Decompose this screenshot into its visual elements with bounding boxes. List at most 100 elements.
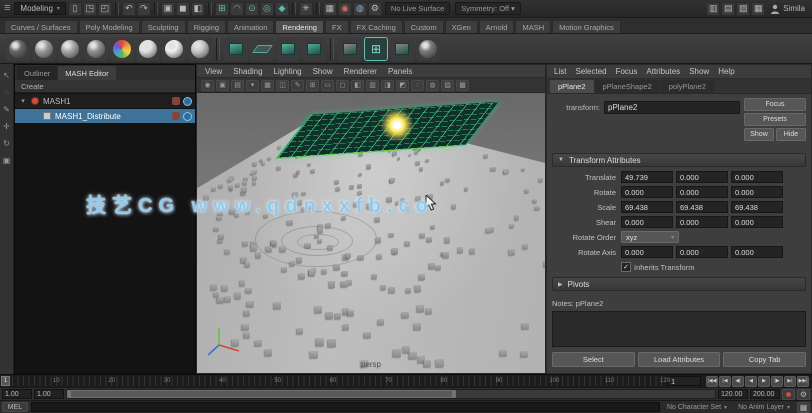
snap-to-point-icon[interactable]: ⊙ <box>245 2 259 16</box>
play-backwards-button[interactable]: ◀ <box>745 376 757 387</box>
shaderfx-material-icon[interactable] <box>162 37 186 61</box>
viewport-menu-panels[interactable]: Panels <box>388 67 412 76</box>
lasso-tool-icon[interactable]: ◌ <box>1 87 12 98</box>
area-light-icon[interactable] <box>276 37 300 61</box>
new-scene-icon[interactable]: ▯ <box>68 2 82 16</box>
panel-tab-mash-editor[interactable]: MASH Editor <box>58 66 115 80</box>
scale-z-field[interactable] <box>731 201 783 213</box>
film-gate-icon[interactable]: ▭ <box>321 80 334 91</box>
image-plane-icon[interactable]: ▦ <box>261 80 274 91</box>
snap-to-view-plane-icon[interactable]: ◎ <box>260 2 274 16</box>
blinn-material-icon[interactable] <box>32 37 56 61</box>
time-slider-track[interactable]: 1 102030405060708090100110120 <box>1 376 665 386</box>
redo-icon[interactable]: ↷ <box>137 2 151 16</box>
rotate-z-field[interactable] <box>731 186 783 198</box>
viewport-menu-renderer[interactable]: Renderer <box>344 67 377 76</box>
shelf-tab-arnold[interactable]: Arnold <box>479 20 515 33</box>
shelf-tab-fx-caching[interactable]: FX Caching <box>350 20 403 33</box>
directional-light-icon[interactable] <box>250 37 274 61</box>
shear-x-field[interactable] <box>621 216 673 228</box>
resolution-gate-icon[interactable]: ◻ <box>336 80 349 91</box>
viewport-menu-view[interactable]: View <box>205 67 222 76</box>
character-set-dropdown[interactable]: No Character Set ▾ <box>663 404 731 411</box>
user-account-button[interactable]: Simila <box>767 4 808 14</box>
gate-mask-icon[interactable]: ◧ <box>351 80 364 91</box>
lock-camera-icon[interactable]: ▣ <box>216 80 229 91</box>
focus-button[interactable]: Focus <box>744 98 806 111</box>
play-forwards-button[interactable]: ▶ <box>758 376 770 387</box>
shear-z-field[interactable] <box>731 216 783 228</box>
ipr-render-icon[interactable]: ◍ <box>353 2 367 16</box>
tool-settings-toggle-icon[interactable]: ▧ <box>736 2 750 16</box>
step-forward-key-button[interactable]: |▶ <box>771 376 783 387</box>
rotate-y-field[interactable] <box>676 186 728 198</box>
phong-material-icon[interactable] <box>84 37 108 61</box>
sky-dome-light-icon[interactable] <box>302 37 326 61</box>
playback-end-field[interactable] <box>718 389 748 399</box>
frame-all-icon[interactable]: ◌ <box>411 80 424 91</box>
ae-tab-polyplane2[interactable]: polyPlane2 <box>661 80 714 93</box>
save-scene-icon[interactable]: ◰ <box>98 2 112 16</box>
ramp-material-icon[interactable] <box>110 37 134 61</box>
shelf-tab-rendering[interactable]: Rendering <box>275 20 324 33</box>
select-button[interactable]: Select <box>552 352 635 367</box>
shelf-tab-motion-graphics[interactable]: Motion Graphics <box>552 20 621 33</box>
command-language-toggle[interactable]: MEL <box>2 402 28 412</box>
outliner-item-mash1[interactable]: ▾MASH1 <box>15 94 195 109</box>
shelf-tab-xgen[interactable]: XGen <box>445 20 478 33</box>
copy-tab-button[interactable]: Copy Tab <box>723 352 806 367</box>
ae-menu-show[interactable]: Show <box>689 67 709 76</box>
step-forward-frame-button[interactable]: ▶| <box>784 376 796 387</box>
shelf-tab-fx[interactable]: FX <box>325 20 349 33</box>
viewport-canvas[interactable]: persp <box>197 93 545 373</box>
symmetry-dropdown[interactable]: Symmetry: Off ▾ <box>455 2 521 15</box>
select-camera-icon[interactable]: ◉ <box>201 80 214 91</box>
presets-button[interactable]: Presets <box>744 113 806 126</box>
viewport-menu-show[interactable]: Show <box>313 67 333 76</box>
current-frame-marker[interactable]: 1 <box>1 376 10 386</box>
animation-start-field[interactable] <box>2 389 32 399</box>
render-current-frame-icon[interactable]: ◉ <box>338 2 352 16</box>
shelf-tab-curves-surfaces[interactable]: Curves / Surfaces <box>4 20 78 33</box>
transform-attributes-section[interactable]: ▼ Transform Attributes <box>552 153 806 167</box>
range-slider-handle[interactable] <box>67 390 456 398</box>
safe-title-icon[interactable]: ◩ <box>396 80 409 91</box>
shelf-tab-poly-modeling[interactable]: Poly Modeling <box>79 20 140 33</box>
shelf-tab-animation[interactable]: Animation <box>227 20 274 33</box>
grid-icon[interactable]: ⊞ <box>306 80 319 91</box>
viewport-menu-lighting[interactable]: Lighting <box>274 67 302 76</box>
snap-to-curve-icon[interactable]: ◠ <box>230 2 244 16</box>
node-state-toggle[interactable] <box>172 97 180 105</box>
load-attributes-button[interactable]: Load Attributes <box>638 352 721 367</box>
shelf-tab-rigging[interactable]: Rigging <box>187 20 226 33</box>
surface-shader-icon[interactable] <box>188 37 212 61</box>
viewport-menu-shading[interactable]: Shading <box>233 67 262 76</box>
go-to-end-button[interactable]: ▶▶| <box>797 376 809 387</box>
ae-menu-help[interactable]: Help <box>718 67 734 76</box>
wireframe-on-shaded-icon[interactable]: ▩ <box>456 80 469 91</box>
anim-layer-dropdown[interactable]: No Anim Layer ▾ <box>734 404 794 411</box>
range-slider-track[interactable] <box>66 389 716 399</box>
inherits-transform-checkbox[interactable]: ✓ <box>621 262 631 272</box>
hair-shader-icon[interactable] <box>136 37 160 61</box>
rotate-axis-x-field[interactable] <box>621 246 673 258</box>
render-view-icon[interactable]: ▦ <box>323 2 337 16</box>
ae-tab-pplaneshape2[interactable]: pPlaneShape2 <box>595 80 660 93</box>
transform-name-field[interactable] <box>604 101 740 114</box>
bookmarks-icon[interactable]: ▾ <box>246 80 259 91</box>
command-input[interactable] <box>31 402 660 412</box>
open-scene-icon[interactable]: ◳ <box>83 2 97 16</box>
field-chart-icon[interactable]: ▥ <box>366 80 379 91</box>
script-editor-button[interactable]: ▦ <box>797 402 810 413</box>
translate-x-field[interactable] <box>621 171 673 183</box>
scale-y-field[interactable] <box>676 201 728 213</box>
time-slider[interactable]: 1 102030405060708090100110120 |◀◀|◀◀|◀▶|… <box>0 374 812 387</box>
shelf-tab-mash[interactable]: MASH <box>515 20 551 33</box>
isolate-select-icon[interactable]: ◍ <box>426 80 439 91</box>
translate-z-field[interactable] <box>731 171 783 183</box>
render-settings-icon[interactable]: ⚙ <box>368 2 382 16</box>
safe-action-icon[interactable]: ◨ <box>381 80 394 91</box>
playback-start-field[interactable] <box>34 389 64 399</box>
pivots-section[interactable]: ▶ Pivots <box>552 277 806 291</box>
node-state-toggle[interactable] <box>172 112 180 120</box>
